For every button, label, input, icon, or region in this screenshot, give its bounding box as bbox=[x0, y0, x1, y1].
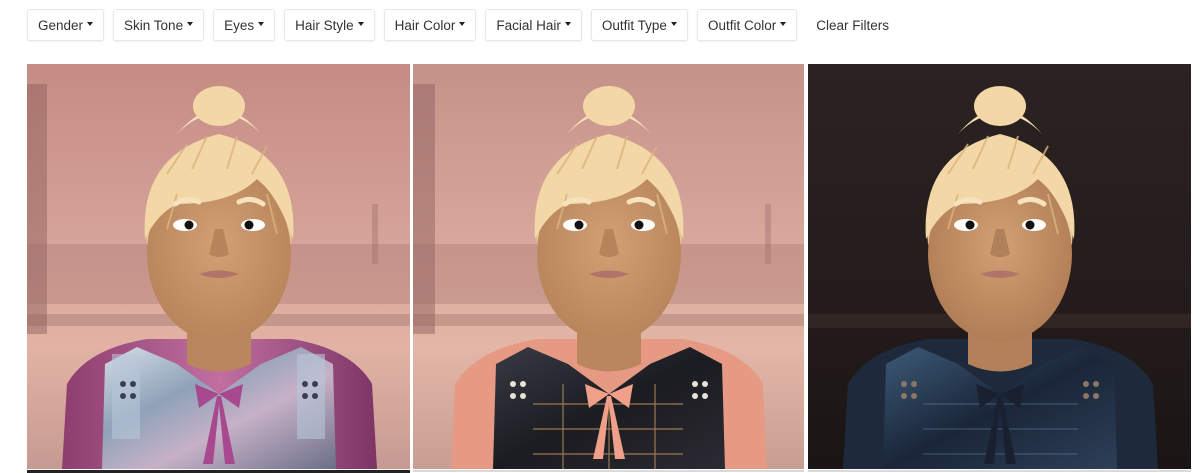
filter-label: Gender bbox=[38, 17, 84, 33]
filter-label: Skin Tone bbox=[124, 17, 184, 33]
filter-hair-color-dropdown[interactable]: Hair Color bbox=[383, 9, 477, 41]
filter-gender-dropdown[interactable]: Gender bbox=[27, 9, 105, 41]
filter-outfit-color-dropdown[interactable]: Outfit Color bbox=[696, 9, 798, 41]
character-grid bbox=[27, 64, 1200, 473]
caret-down-icon bbox=[357, 22, 364, 26]
caret-down-icon bbox=[258, 22, 265, 26]
filter-label: Outfit Type bbox=[601, 17, 667, 33]
filter-label: Outfit Color bbox=[707, 17, 777, 33]
filter-label: Facial Hair bbox=[496, 17, 561, 33]
filter-eyes-dropdown[interactable]: Eyes bbox=[213, 9, 276, 41]
character-card[interactable] bbox=[808, 64, 1191, 469]
caret-down-icon bbox=[187, 22, 194, 26]
character-image bbox=[27, 64, 410, 469]
card-divider bbox=[808, 470, 1191, 472]
filter-hair-style-dropdown[interactable]: Hair Style bbox=[284, 9, 375, 41]
caret-down-icon bbox=[459, 22, 466, 26]
caret-down-icon bbox=[670, 22, 677, 26]
filter-label: Eyes bbox=[224, 17, 255, 33]
character-card[interactable] bbox=[413, 64, 804, 469]
clear-filters-button[interactable]: Clear Filters bbox=[806, 9, 899, 41]
filter-facial-hair-dropdown[interactable]: Facial Hair bbox=[485, 9, 582, 41]
filter-skin-tone-dropdown[interactable]: Skin Tone bbox=[113, 9, 205, 41]
character-image bbox=[413, 64, 804, 469]
filter-outfit-type-dropdown[interactable]: Outfit Type bbox=[590, 9, 688, 41]
caret-down-icon bbox=[564, 22, 571, 26]
card-divider bbox=[413, 470, 804, 472]
caret-down-icon bbox=[780, 22, 787, 26]
character-card[interactable] bbox=[27, 64, 410, 469]
filter-label: Hair Style bbox=[295, 17, 354, 33]
filter-bar: Gender Skin Tone Eyes Hair Style Hair Co… bbox=[27, 9, 899, 41]
caret-down-icon bbox=[87, 22, 94, 26]
filter-label: Hair Color bbox=[394, 17, 456, 33]
character-image bbox=[808, 64, 1191, 469]
